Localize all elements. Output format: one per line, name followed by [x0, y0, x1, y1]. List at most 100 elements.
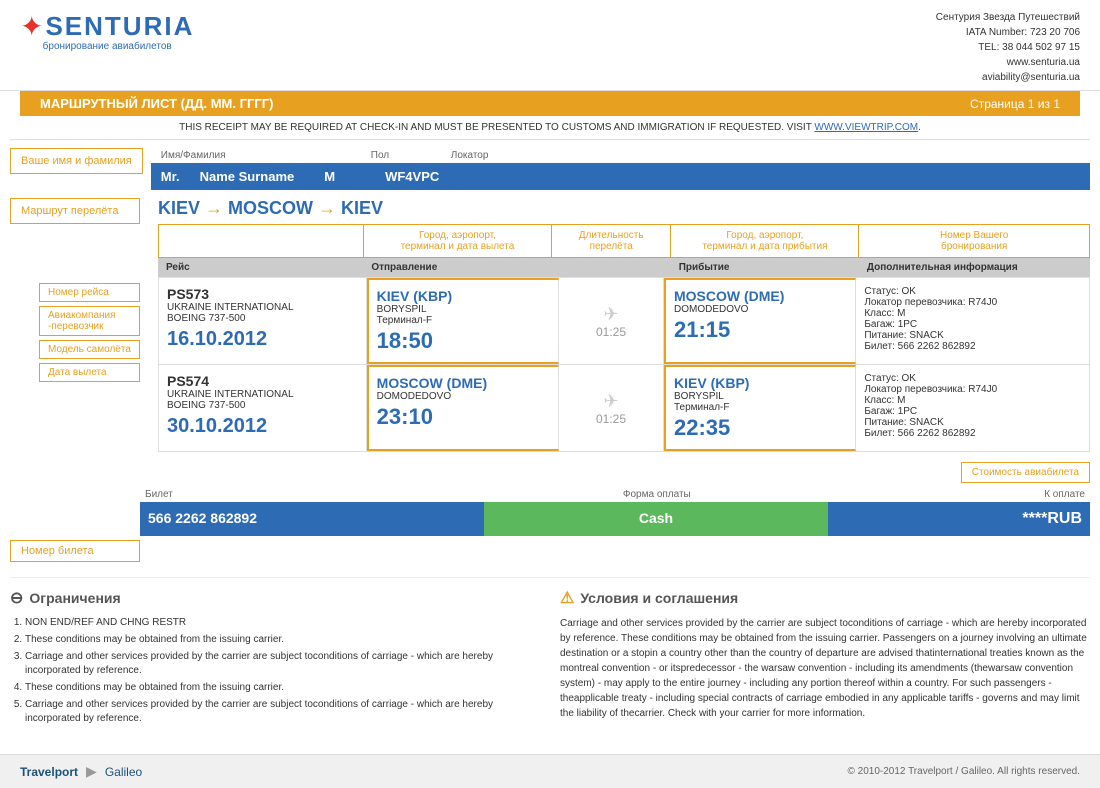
restrictions-title-text: Ограничения	[29, 590, 120, 606]
field-name-label: Имя/Фамилия	[161, 150, 341, 161]
restriction-5: Carriage and other services provided by …	[25, 698, 540, 726]
route-content: KIEV → MOSCOW → KIEV Город, аэропорт,тер…	[148, 198, 1090, 452]
arr-cell-1: MOSCOW (DME) DOMODEDOVO 21:15	[664, 278, 856, 364]
airline-2: UKRAINE INTERNATIONAL	[167, 389, 358, 400]
ticket-label-row: Номер билета	[10, 540, 1090, 562]
bottom-sections: ⊖ Ограничения NON END/REF AND CHNG RESTR…	[10, 577, 1090, 739]
th-arrival: Прибытие	[671, 258, 859, 277]
th-flight: Рейс	[158, 258, 363, 277]
title-bar: МАРШРУТНЫЙ ЛИСТ (ДД. ММ. ГГГГ) Страница …	[20, 91, 1080, 116]
conditions-title-text: Условия и соглашения	[580, 590, 738, 606]
ticket-num-1: Билет: 566 2262 862892	[864, 341, 1081, 352]
aircraft-annotation: Модель самолёта	[39, 340, 140, 359]
arr-terminal-2: Терминал-F	[674, 402, 847, 413]
dur-cell-1: ✈ 01:25	[559, 278, 664, 364]
route-label: Маршрут перелёта	[10, 198, 140, 224]
passenger-label: Ваше имя и фамилия	[10, 148, 143, 174]
notice-bar: THIS RECEIPT MAY BE REQUIRED AT CHECK-IN…	[10, 116, 1090, 140]
date-1: 16.10.2012	[167, 328, 358, 351]
food-2: Питание: SNACK	[864, 417, 1081, 428]
dep-time-1: 18:50	[377, 328, 550, 354]
locator-2: Локатор перевозчика: R74J0	[864, 384, 1081, 395]
dep-city-1: BORYSPIL	[377, 304, 550, 315]
col-hdr-departure: Город, аэропорт,терминал и дата вылета	[364, 225, 552, 257]
info-cell-1: Статус: OK Локатор перевозчика: R74J0 Кл…	[856, 278, 1089, 364]
dep-city-2: DOMODEDOVO	[377, 391, 550, 402]
airline-1: UKRAINE INTERNATIONAL	[167, 302, 358, 313]
th-departure: Отправление	[363, 258, 551, 277]
passenger-section: Ваше имя и фамилия Имя/Фамилия Пол Локат…	[10, 148, 1090, 190]
restrictions-list: NON END/REF AND CHNG RESTR These conditi…	[10, 616, 540, 726]
info-line5: aviability@senturia.ua	[936, 70, 1080, 85]
passenger-title: Mr.	[161, 169, 180, 184]
arr-airport-1: MOSCOW (DME)	[674, 288, 847, 304]
restriction-3: Carriage and other services provided by …	[25, 650, 540, 678]
ticket-val-num: 566 2262 862892	[140, 502, 484, 536]
th-dur-empty	[551, 258, 670, 277]
passenger-pol: M	[324, 169, 335, 184]
conditions-icon: ⚠	[560, 588, 574, 608]
route-title: KIEV → MOSCOW → KIEV	[148, 198, 1090, 219]
title-bar-title: МАРШРУТНЫЙ ЛИСТ (ДД. ММ. ГГГГ)	[40, 96, 273, 111]
arr-time-2: 22:35	[674, 415, 847, 441]
flight-cell-1: Номер рейса Авиакомпания-перевозчик Моде…	[159, 278, 367, 364]
ticket-val-pay: Cash	[484, 502, 828, 536]
class-1: Класс: M	[864, 308, 1081, 319]
route-section: Маршрут перелёта KIEV → MOSCOW → KIEV Го…	[10, 198, 1090, 452]
passenger-values: Mr. Name Surname M WF4VPC	[151, 163, 1090, 190]
dur-cell-2: ✈ 01:25	[559, 365, 664, 451]
logo: ✦ SENTURIA	[20, 10, 194, 43]
arr-city-1: DOMODEDOVO	[674, 304, 847, 315]
ticket-content: Стоимость авиабилета Билет Форма оплаты …	[140, 462, 1090, 536]
restrictions-icon: ⊖	[10, 588, 23, 608]
status-2: Статус: OK	[864, 373, 1081, 384]
restriction-2: These conditions may be obtained from th…	[25, 633, 540, 647]
plane-icon-1: ✈	[603, 304, 618, 325]
status-1: Статус: OK	[864, 286, 1081, 297]
ticket-top-row: Стоимость авиабилета Билет Форма оплаты …	[10, 462, 1090, 536]
ticket-num-2: Билет: 566 2262 862892	[864, 428, 1081, 439]
dep-cell-1: KIEV (KBP) BORYSPIL Терминал-F 18:50	[367, 278, 559, 364]
annotations-col1: Номер рейса Авиакомпания-перевозчик Моде…	[39, 283, 140, 382]
conditions-title: ⚠ Условия и соглашения	[560, 588, 1090, 608]
duration-2: 01:25	[596, 412, 626, 426]
info-cell-2: Статус: OK Локатор перевозчика: R74J0 Кл…	[856, 365, 1089, 451]
arr-time-1: 21:15	[674, 317, 847, 343]
arr-airport-2: KIEV (KBP)	[674, 375, 847, 391]
notice-link[interactable]: WWW.VIEWTRIP.COM	[814, 122, 918, 133]
ticket-hdr-num: Билет	[140, 487, 485, 502]
notice-text: THIS RECEIPT MAY BE REQUIRED AT CHECK-IN…	[179, 122, 812, 133]
col-headers-row1: Город, аэропорт,терминал и дата вылета Д…	[158, 224, 1090, 258]
ticket-num-label: Номер билета	[10, 540, 140, 562]
flight-row-2: PS574 UKRAINE INTERNATIONAL BOEING 737-5…	[159, 365, 1089, 451]
date-annotation: Дата вылета	[39, 363, 140, 382]
aircraft-2: BOEING 737-500	[167, 400, 358, 411]
dep-cell-2: MOSCOW (DME) DOMODEDOVO 23:10	[367, 365, 559, 451]
class-2: Класс: M	[864, 395, 1081, 406]
th-info: Дополнительная информация	[859, 258, 1090, 277]
company-info: Сентурия Звезда Путешествий IATA Number:…	[936, 10, 1080, 85]
flight-row-1: Номер рейса Авиакомпания-перевозчик Моде…	[159, 278, 1089, 365]
col-hdr-duration: Длительность перелёта	[552, 225, 672, 257]
cost-label: Стоимость авиабилета	[961, 462, 1090, 483]
col-headers-row2: Рейс Отправление Прибытие Дополнительная…	[158, 258, 1090, 277]
restrictions-section: ⊖ Ограничения NON END/REF AND CHNG RESTR…	[10, 588, 540, 729]
arr-city-2: BORYSPIL	[674, 391, 847, 402]
restriction-1: NON END/REF AND CHNG RESTR	[25, 616, 540, 630]
field-pol-label: Пол	[371, 150, 421, 161]
passenger-name: Name Surname	[200, 169, 295, 184]
info-line4: www.senturia.ua	[936, 55, 1080, 70]
info-line2: IATA Number: 723 20 706	[936, 25, 1080, 40]
dep-airport-1: KIEV (KBP)	[377, 288, 550, 304]
company-name: SENTURIA	[45, 11, 194, 42]
cost-label-row: Стоимость авиабилета	[140, 462, 1090, 483]
conditions-text: Carriage and other services provided by …	[560, 616, 1090, 721]
restrictions-title: ⊖ Ограничения	[10, 588, 540, 608]
ticket-section: Стоимость авиабилета Билет Форма оплаты …	[10, 462, 1090, 562]
ticket-hdr-pay: Форма оплаты	[485, 487, 830, 502]
passenger-locator: WF4VPC	[385, 169, 439, 184]
star-icon: ✦	[20, 10, 43, 43]
dep-time-2: 23:10	[377, 404, 550, 430]
dep-airport-2: MOSCOW (DME)	[377, 375, 550, 391]
flight-num-annotation: Номер рейса	[39, 283, 140, 302]
